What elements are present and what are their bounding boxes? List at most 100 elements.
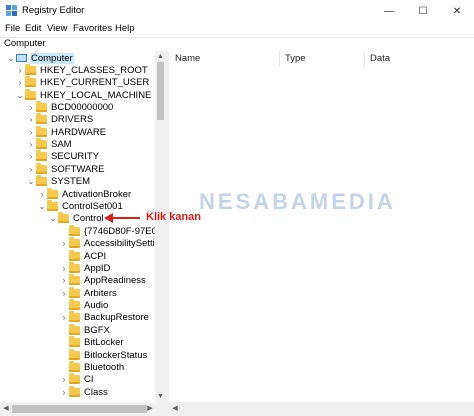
folder-icon <box>69 310 80 322</box>
tree-item-sam[interactable]: › SAM <box>26 137 72 150</box>
tree-item-guid[interactable]: {7746D80F-97E0-4 <box>59 224 166 237</box>
tree-item-label: Control <box>73 212 104 224</box>
folder-icon <box>69 298 80 310</box>
tree-item-computer[interactable]: ⌄ Computer <box>6 52 74 64</box>
chevron-down-icon[interactable]: ⌄ <box>48 214 58 223</box>
chevron-right-icon[interactable]: › <box>15 66 25 75</box>
tree-item-label: ControlSet001 <box>62 200 123 212</box>
chevron-right-icon[interactable]: › <box>59 289 69 298</box>
menu-file[interactable]: File <box>5 23 20 34</box>
tree-item-bgfx[interactable]: BGFX <box>59 323 110 336</box>
tree-hscroll-thumb[interactable] <box>12 405 147 413</box>
chevron-down-icon[interactable]: ⌄ <box>26 177 36 186</box>
folder-icon <box>25 63 36 75</box>
minimize-button[interactable]: — <box>372 0 406 22</box>
scroll-left-icon[interactable]: ◀ <box>1 402 11 416</box>
tree-item-bitlockerstatus[interactable]: BitlockerStatus <box>59 348 148 361</box>
tree-item-label: HARDWARE <box>51 126 107 138</box>
address-path[interactable]: Computer <box>4 38 46 49</box>
tree-item-audio[interactable]: Audio <box>59 298 108 311</box>
column-header-data[interactable]: Data <box>365 51 474 67</box>
tree-item-acpi[interactable]: ACPI <box>59 249 107 262</box>
folder-icon <box>69 372 80 384</box>
annotation-arrow-line <box>112 217 140 219</box>
tree-item-bitlocker[interactable]: BitLocker <box>59 335 124 348</box>
folder-icon <box>69 360 80 372</box>
tree-item-controlset001[interactable]: ⌄ ControlSet001 <box>37 199 123 212</box>
tree-item-label: ACPI <box>84 250 107 262</box>
tree-item-label: Arbiters <box>84 287 117 299</box>
address-bar[interactable] <box>0 37 474 52</box>
chevron-right-icon[interactable]: › <box>59 264 69 273</box>
tree-item-class[interactable]: › Class <box>59 385 108 398</box>
tree-item-label: ActivationBroker <box>62 188 132 200</box>
window-title: Registry Editor <box>22 5 85 16</box>
scroll-up-icon[interactable]: ▲ <box>155 51 166 62</box>
menu-favorites[interactable]: Favorites <box>73 23 112 34</box>
tree-item-bcd00000000[interactable]: › BCD00000000 <box>26 100 113 113</box>
menu-help[interactable]: Help <box>115 23 135 34</box>
chevron-right-icon[interactable]: › <box>26 115 36 124</box>
tree-item-label: {7746D80F-97E0-4 <box>84 225 166 237</box>
tree-item-hkey-current-user[interactable]: › HKEY_CURRENT_USER <box>15 75 149 88</box>
scroll-down-icon[interactable]: ▼ <box>155 391 166 402</box>
tree-item-ci[interactable]: › CI <box>59 372 94 385</box>
folder-icon <box>36 112 47 124</box>
tree-item-drivers[interactable]: › DRIVERS <box>26 112 93 125</box>
chevron-down-icon[interactable]: ⌄ <box>37 202 47 211</box>
tree-item-software[interactable]: › SOFTWARE <box>26 162 104 175</box>
maximize-button[interactable]: ☐ <box>406 0 440 22</box>
tree-item-appreadiness[interactable]: › AppReadiness <box>59 273 146 286</box>
chevron-right-icon[interactable]: › <box>59 313 69 322</box>
tree-item-label: SECURITY <box>51 150 100 162</box>
tree-item-backuprestore[interactable]: › BackupRestore <box>59 310 149 323</box>
tree-pane[interactable]: ⌄ Computer › HKEY_CLASSES_ROOT › HKEY_CU… <box>0 51 166 406</box>
tree-item-label: HKEY_CLASSES_ROOT <box>40 64 148 76</box>
chevron-down-icon[interactable]: ⌄ <box>6 54 16 63</box>
chevron-right-icon[interactable]: › <box>59 388 69 397</box>
folder-icon <box>36 149 47 161</box>
chevron-down-icon[interactable]: ⌄ <box>15 91 25 100</box>
computer-icon <box>16 54 27 62</box>
tree-item-activationbroker[interactable]: › ActivationBroker <box>37 187 132 200</box>
folder-icon <box>36 100 47 112</box>
scroll-right-icon[interactable]: ▶ <box>145 402 155 416</box>
chevron-right-icon[interactable]: › <box>26 140 36 149</box>
tree-item-control[interactable]: ⌄ Control <box>48 211 104 224</box>
folder-icon <box>69 236 80 248</box>
chevron-right-icon[interactable]: › <box>59 239 69 248</box>
folder-icon <box>69 261 80 273</box>
tree-item-bluetooth[interactable]: Bluetooth <box>59 360 124 373</box>
folder-icon <box>69 249 80 261</box>
chevron-right-icon[interactable]: › <box>26 103 36 112</box>
column-header-type[interactable]: Type <box>280 51 364 67</box>
chevron-right-icon[interactable]: › <box>15 78 25 87</box>
tree-item-security[interactable]: › SECURITY <box>26 149 100 162</box>
tree-item-hkey-classes-root[interactable]: › HKEY_CLASSES_ROOT <box>15 63 148 76</box>
scroll-left-icon[interactable]: ◀ <box>170 402 180 416</box>
tree-item-hardware[interactable]: › HARDWARE <box>26 125 107 138</box>
registry-editor-app-icon <box>6 5 17 16</box>
tree-item-accessibilitysettings[interactable]: › AccessibilitySetting <box>59 236 165 249</box>
tree-item-arbiters[interactable]: › Arbiters <box>59 286 117 299</box>
column-header-name[interactable]: Name <box>170 51 279 67</box>
folder-icon <box>69 348 80 360</box>
chevron-right-icon[interactable]: › <box>26 165 36 174</box>
tree-item-appid[interactable]: › AppID <box>59 261 110 274</box>
menu-view[interactable]: View <box>47 23 67 34</box>
folder-icon <box>36 162 47 174</box>
tree-scroll-thumb[interactable] <box>157 62 164 120</box>
chevron-right-icon[interactable]: › <box>37 190 47 199</box>
folder-icon <box>47 199 58 211</box>
tree-item-system[interactable]: ⌄ SYSTEM <box>26 174 90 187</box>
tree-item-label: BitlockerStatus <box>84 349 148 361</box>
close-button[interactable]: ✕ <box>440 0 474 22</box>
chevron-right-icon[interactable]: › <box>26 152 36 161</box>
tree-item-hkey-local-machine[interactable]: ⌄ HKEY_LOCAL_MACHINE <box>15 88 151 101</box>
chevron-right-icon[interactable]: › <box>59 375 69 384</box>
values-pane[interactable] <box>169 51 474 416</box>
menu-edit[interactable]: Edit <box>25 23 41 34</box>
chevron-right-icon[interactable]: › <box>59 276 69 285</box>
chevron-right-icon[interactable]: › <box>26 128 36 137</box>
values-horizontal-scrollbar[interactable] <box>169 402 474 416</box>
